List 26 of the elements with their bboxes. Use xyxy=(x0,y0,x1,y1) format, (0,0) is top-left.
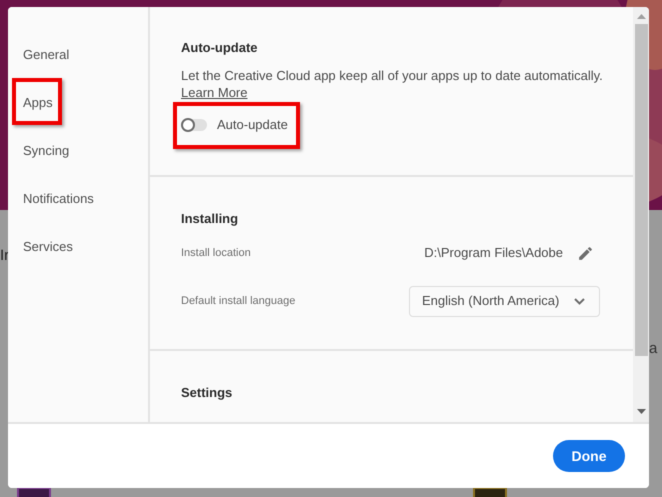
field-label: Default install language xyxy=(181,294,296,309)
sidebar-item[interactable]: Syncing xyxy=(23,141,70,161)
sidebar-item[interactable]: Notifications xyxy=(23,189,94,209)
app-icon xyxy=(17,487,51,497)
toggle-label: Auto-update xyxy=(217,116,288,134)
scrollbar[interactable] xyxy=(633,7,649,422)
chevron-down-icon xyxy=(574,298,585,304)
section-title: Installing xyxy=(181,211,240,227)
sidebar-item[interactable]: General xyxy=(23,45,70,65)
section-title: Auto-update xyxy=(181,40,259,56)
app-icon xyxy=(473,487,507,497)
install-path: D:\Program Files\Adobe xyxy=(424,244,563,262)
section-title: Settings xyxy=(181,385,234,401)
description-text: Let the Creative Cloud app keep all of your apps up to date automatically. xyxy=(181,67,604,85)
sidebar-item[interactable]: Apps xyxy=(23,93,53,113)
field-label: Install location xyxy=(181,246,251,261)
toggle-switch[interactable] xyxy=(181,118,207,131)
scroll-down-icon[interactable] xyxy=(636,409,646,414)
learn-more-link[interactable]: Learn More xyxy=(181,85,248,101)
backdrop-text: a xyxy=(649,339,658,359)
pencil-icon[interactable] xyxy=(577,244,594,262)
sidebar-item[interactable]: Services xyxy=(23,237,73,257)
language-dropdown[interactable]: English (North America) xyxy=(409,286,600,316)
done-button[interactable]: Done xyxy=(553,440,625,472)
scrollbar-thumb[interactable] xyxy=(634,24,648,356)
backdrop-text: Ir xyxy=(0,246,10,266)
